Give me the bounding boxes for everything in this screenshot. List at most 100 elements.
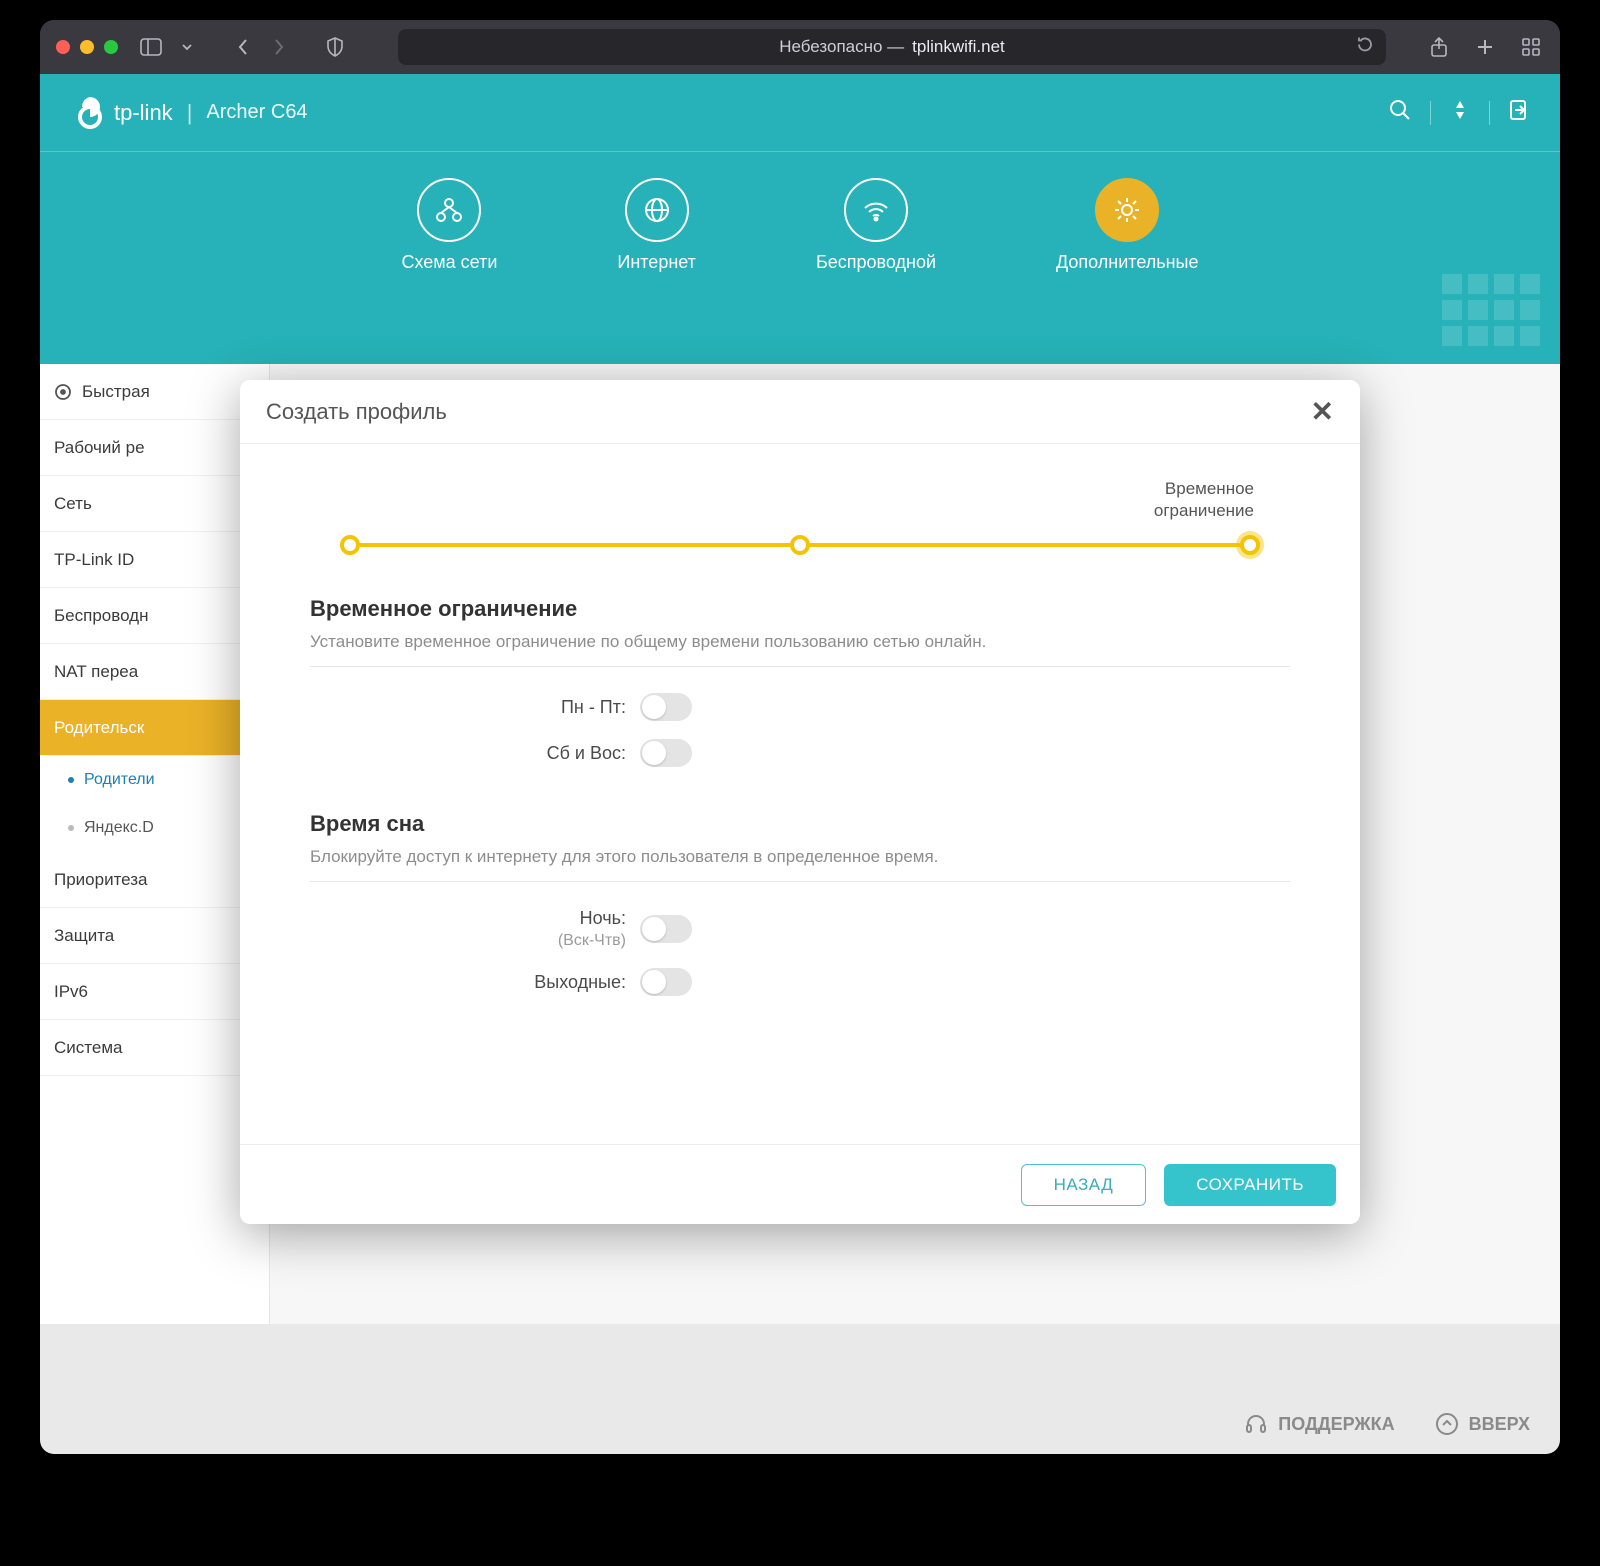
- wifi-icon: [844, 178, 908, 242]
- brand-logo: tp-link: [68, 95, 173, 131]
- step-dot-1: [340, 535, 360, 555]
- nav-back-button[interactable]: [230, 34, 256, 60]
- step-caption: Временное ограничение: [310, 478, 1290, 522]
- sidebar-subitem-label: Родители: [84, 771, 155, 789]
- window-minimize-button[interactable]: [80, 40, 94, 54]
- modal-title: Создать профиль: [266, 399, 447, 425]
- section-time-limit-desc: Установите временное ограничение по обще…: [310, 632, 1290, 667]
- sidebar-item-network[interactable]: Сеть: [40, 476, 269, 532]
- modal-header: Создать профиль ✕: [240, 380, 1360, 444]
- traffic-lights: [56, 40, 118, 54]
- sidebar-item-label: TP-Link ID: [54, 550, 134, 570]
- row-weekend: Сб и Вос:: [310, 739, 1290, 767]
- sidebar-item-parental[interactable]: Родительск: [40, 700, 269, 756]
- nav-label: Дополнительные: [1056, 252, 1199, 273]
- sidebar-toggle-icon[interactable]: [138, 34, 164, 60]
- step-dot-2: [790, 535, 810, 555]
- led-icon[interactable]: [1449, 99, 1471, 126]
- address-bar[interactable]: Небезопасно — tplinkwifi.net: [398, 29, 1386, 65]
- toggle-weekdays[interactable]: [640, 693, 692, 721]
- nav-label: Беспроводной: [816, 252, 936, 273]
- sidebar-item-label: Защита: [54, 926, 114, 946]
- sidebar-item-nat[interactable]: NAT переа: [40, 644, 269, 700]
- brand-name: tp-link: [114, 100, 173, 126]
- label-night: Ночь:: [580, 908, 626, 928]
- row-night: Ночь: (Вск-Чтв): [310, 908, 1290, 950]
- sidebar-item-system[interactable]: Система: [40, 1020, 269, 1076]
- sidebar-subitem-yandex[interactable]: Яндекс.D: [40, 804, 269, 852]
- browser-window: Небезопасно — tplinkwifi.net: [40, 20, 1560, 1454]
- section-time-limit-title: Временное ограничение: [310, 596, 1290, 622]
- label-weekend: Сб и Вос:: [547, 743, 626, 763]
- logout-icon[interactable]: [1508, 98, 1532, 127]
- scroll-top-label: ВВЕРХ: [1469, 1414, 1530, 1435]
- section-bedtime-title: Время сна: [310, 811, 1290, 837]
- reload-icon[interactable]: [1356, 36, 1374, 59]
- row-weekdays: Пн - Пт:: [310, 693, 1290, 721]
- save-button[interactable]: СОХРАНИТЬ: [1164, 1164, 1336, 1206]
- sidebar-item-label: Сеть: [54, 494, 92, 514]
- nav-item-wireless[interactable]: Беспроводной: [816, 178, 936, 273]
- close-icon[interactable]: ✕: [1311, 395, 1334, 428]
- address-security-text: Небезопасно —: [779, 37, 904, 57]
- search-icon[interactable]: [1388, 98, 1412, 127]
- toggle-night[interactable]: [640, 915, 692, 943]
- section-bedtime-desc: Блокируйте доступ к интернету для этого …: [310, 847, 1290, 882]
- tab-overview-icon[interactable]: [1518, 34, 1544, 60]
- sidebar-item-mode[interactable]: Рабочий ре: [40, 420, 269, 476]
- nav-label: Схема сети: [401, 252, 497, 273]
- sidebar-item-quick[interactable]: Быстрая: [40, 364, 269, 420]
- top-nav: Схема сети Интернет Беспроводной: [40, 152, 1560, 273]
- toggle-weekend-nights[interactable]: [640, 968, 692, 996]
- gear-icon: [1095, 178, 1159, 242]
- scroll-top-link[interactable]: ВВЕРХ: [1435, 1412, 1530, 1436]
- sidebar-item-ipv6[interactable]: IPv6: [40, 964, 269, 1020]
- label-weekdays: Пн - Пт:: [561, 697, 626, 717]
- create-profile-modal: Создать профиль ✕ Временное ограничение …: [240, 380, 1360, 1224]
- sidebar-item-qos[interactable]: Приоритеза: [40, 852, 269, 908]
- scroll-fade: [240, 1114, 1360, 1144]
- page-banner: tp-link | Archer C64: [40, 74, 1560, 364]
- sidebar-item-label: Беспроводн: [54, 606, 148, 626]
- nav-forward-button[interactable]: [266, 34, 292, 60]
- toggle-weekend[interactable]: [640, 739, 692, 767]
- sidebar-subitem-parental[interactable]: Родители: [40, 756, 269, 804]
- sidebar-item-label: Рабочий ре: [54, 438, 145, 458]
- support-link[interactable]: ПОДДЕРЖКА: [1244, 1412, 1394, 1436]
- nav-item-internet[interactable]: Интернет: [617, 178, 696, 273]
- modal-body: Временное ограничение Временное ограниче…: [240, 444, 1360, 1144]
- sidebar-item-label: Приоритеза: [54, 870, 148, 890]
- page-footer: ПОДДЕРЖКА ВВЕРХ: [1244, 1412, 1530, 1436]
- window-close-button[interactable]: [56, 40, 70, 54]
- sidebar-item-label: Родительск: [54, 718, 144, 738]
- sidebar-item-label: Быстрая: [82, 382, 150, 402]
- sidebar-item-tplinkid[interactable]: TP-Link ID: [40, 532, 269, 588]
- shield-icon[interactable]: [322, 34, 348, 60]
- step-dot-3: [1240, 535, 1260, 555]
- new-tab-icon[interactable]: [1472, 34, 1498, 60]
- sidebar-subitem-label: Яндекс.D: [84, 819, 154, 837]
- nav-item-advanced[interactable]: Дополнительные: [1056, 178, 1199, 273]
- decorative-squares: [1442, 274, 1540, 346]
- banner-top: tp-link | Archer C64: [40, 74, 1560, 152]
- row-weekend-nights: Выходные:: [310, 968, 1290, 996]
- sidebar-item-label: Система: [54, 1038, 122, 1058]
- stepper: [350, 530, 1250, 560]
- model-name: Archer C64: [206, 101, 307, 124]
- titlebar: Небезопасно — tplinkwifi.net: [40, 20, 1560, 74]
- address-host-text: tplinkwifi.net: [912, 37, 1005, 57]
- nav-label: Интернет: [617, 252, 696, 273]
- label-weekend-nights: Выходные:: [534, 972, 626, 992]
- support-label: ПОДДЕРЖКА: [1278, 1414, 1394, 1435]
- sidebar-item-security[interactable]: Защита: [40, 908, 269, 964]
- window-zoom-button[interactable]: [104, 40, 118, 54]
- sidebar-item-wireless[interactable]: Беспроводн: [40, 588, 269, 644]
- share-icon[interactable]: [1426, 34, 1452, 60]
- modal-footer: НАЗАД СОХРАНИТЬ: [240, 1144, 1360, 1224]
- back-button[interactable]: НАЗАД: [1021, 1164, 1147, 1206]
- sidebar-item-label: IPv6: [54, 982, 88, 1002]
- nav-item-network-map[interactable]: Схема сети: [401, 178, 497, 273]
- sidebar-item-label: NAT переа: [54, 662, 138, 682]
- globe-icon: [625, 178, 689, 242]
- chevron-down-icon[interactable]: [174, 34, 200, 60]
